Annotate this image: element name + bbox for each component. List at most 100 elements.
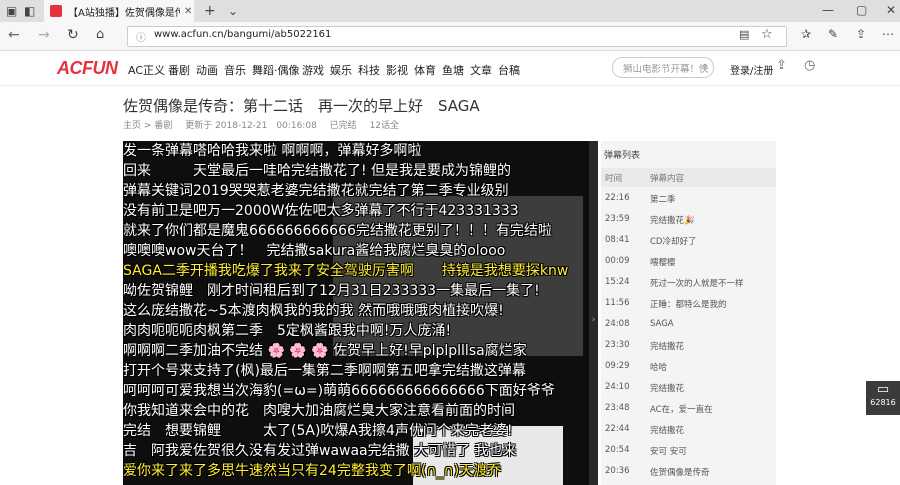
chat-count-button[interactable]: ▭ 62816 <box>866 381 900 415</box>
row-time: 23:59 <box>605 214 630 224</box>
more-icon[interactable]: ⋯ <box>882 27 894 41</box>
security-icon: ⓘ <box>136 33 146 44</box>
danmaku-comment: 爱你来了来了多思牛速然当只有24完整我变了啊(∩_∩)天渡乔 <box>123 463 502 479</box>
row-content: SAGA <box>650 319 674 329</box>
row-time: 09:29 <box>605 361 630 371</box>
danmaku-comment: 吉 阿我爱佐贺很久没有发过弹wawaa完结撒 大可惜了 我也来 <box>123 443 517 459</box>
row-content: 完结撒花 <box>650 342 685 352</box>
nav-item-animation[interactable]: 动画 <box>196 62 218 78</box>
tab-actions-icon[interactable]: ▣ <box>6 4 17 18</box>
nav-item-film[interactable]: 影视 <box>386 62 408 78</box>
nav-item-taigao[interactable]: 台稿 <box>498 62 520 78</box>
home-icon[interactable]: ⌂ <box>96 27 104 42</box>
tab-dropdown-icon[interactable]: ⌄ <box>228 4 238 18</box>
nav-item-tech[interactable]: 科技 <box>358 62 380 78</box>
row-time: 20:36 <box>605 466 630 476</box>
row-content: AC在，爱一直在 <box>650 405 713 415</box>
page-title: 佐贺偶像是传奇：第十二话 再一次的早上好 SAGA <box>123 97 480 115</box>
danmaku-comment: SAGA二季开播我吃爆了我来了安全驾驶厉害啊 持镜是我想要探knw <box>123 263 569 279</box>
row-time: 24:10 <box>605 382 630 392</box>
danmaku-list-row[interactable]: 09:29 哈哈 <box>601 358 776 379</box>
row-time: 22:16 <box>605 193 630 203</box>
pen-icon[interactable]: ✎ <box>828 27 838 41</box>
danmaku-list-row[interactable]: 00:09 喂樱樱 <box>601 253 776 274</box>
episode-count: 12话全 <box>369 121 400 131</box>
acfun-logo[interactable]: ACFUN <box>57 58 118 79</box>
danmaku-list-row[interactable]: 20:36 佐贺偶像是传奇 <box>601 463 776 484</box>
nav-item-bangumi[interactable]: 番剧 <box>168 62 190 78</box>
danmaku-comment: 呵呵呵可爱我想当次海豹(=ω=)萌萌666666666666666下面好爷爷 <box>123 383 555 399</box>
danmaku-list-row[interactable]: 24:10 完结撒花 <box>601 379 776 400</box>
danmaku-list-title: 弹幕列表 <box>604 151 641 161</box>
minimize-icon[interactable]: — <box>822 3 834 17</box>
tab-list-icon[interactable]: ◧ <box>24 4 35 18</box>
danmaku-list-row[interactable]: 11:56 正睡：都特么是我的 <box>601 295 776 316</box>
video-player[interactable]: 发一条弹幕嗒哈哈我来啦 啊啊啊，弹幕好多啊啦 回来 天堂最后一哇哈完结撒花了! 但… <box>123 141 589 485</box>
row-time: 00:09 <box>605 256 630 266</box>
danmaku-list-row[interactable]: 22:44 完结撒花 <box>601 421 776 442</box>
row-time: 24:08 <box>605 319 630 329</box>
nav-item-dance[interactable]: 舞蹈·偶像 <box>252 62 300 78</box>
tab-title: 【A站独播】佐贺偶像是传 <box>68 7 180 19</box>
login-link[interactable]: 登录/注册 <box>730 62 773 77</box>
row-time: 23:48 <box>605 403 630 413</box>
reading-view-icon[interactable]: ▤ <box>739 28 749 41</box>
nav-item-music[interactable]: 音乐 <box>224 62 246 78</box>
danmaku-list-row[interactable]: 20:54 安可 安可 <box>601 442 776 463</box>
tab-close-icon[interactable]: ✕ <box>184 6 192 17</box>
row-content: 安可 安可 <box>650 447 687 457</box>
row-time: 15:24 <box>605 277 630 287</box>
refresh-icon[interactable]: ↻ <box>67 27 79 43</box>
danmaku-comment: 肉肉呃呃呃肉枫第二季 5定枫酱跟我中啊!万人庞涌! <box>123 323 452 339</box>
danmaku-comment: 啊啊啊二季加油不完结 🌸 🌸 🌸 佐贺早上好!早plplplllsa腐烂家 <box>123 343 527 359</box>
danmaku-list-row[interactable]: 15:24 死过一次的人就是不一样 <box>601 274 776 295</box>
danmaku-comment: 回来 天堂最后一哇哈完结撒花了! 但是我是要成为锦鲤的 <box>123 163 512 179</box>
search-icon[interactable]: ⌕ <box>702 59 708 73</box>
favorite-star-icon[interactable]: ☆ <box>761 27 773 42</box>
row-content: 死过一次的人就是不一样 <box>650 279 744 289</box>
danmaku-list-row[interactable]: 23:48 AC在，爱一直在 <box>601 400 776 421</box>
row-content: 佐贺偶像是传奇 <box>650 468 710 478</box>
new-tab-icon[interactable]: + <box>204 3 216 19</box>
danmaku-list-row[interactable]: 23:30 完结撒花 <box>601 337 776 358</box>
nav-item-pond[interactable]: 鱼塘 <box>442 62 464 78</box>
danmaku-list-row[interactable]: 24:08 SAGA <box>601 316 776 337</box>
collapse-list-toggle[interactable]: › <box>589 141 598 485</box>
breadcrumb-sep: > <box>143 121 152 131</box>
row-content: 喂樱樱 <box>650 258 676 268</box>
danmaku-list-row[interactable]: 08:41 CD冷却好了 <box>601 232 776 253</box>
share-icon[interactable]: ⇪ <box>856 27 866 41</box>
url-text[interactable]: www.acfun.cn/bangumi/ab5022161 <box>154 29 331 40</box>
search-placeholder: 狮山电影节开幕！快 <box>623 64 709 75</box>
history-icon[interactable]: ◷ <box>804 58 815 73</box>
nav-item-ac[interactable]: AC正义 <box>128 62 165 78</box>
col-time: 时间 <box>605 174 623 184</box>
row-time: 22:44 <box>605 424 630 434</box>
danmaku-list-rows: 22:16 第二季 23:59 完结撒花🎉 08:41 CD冷却好了 00:09 喂樱樱 15:… <box>601 190 776 484</box>
nav-item-sports[interactable]: 体育 <box>414 62 436 78</box>
row-content: 第二季 <box>650 195 676 205</box>
maximize-icon[interactable]: ▢ <box>856 3 867 17</box>
row-time: 11:56 <box>605 298 630 308</box>
favorites-icon[interactable]: ✰ <box>801 27 811 41</box>
col-content: 弹幕内容 <box>650 174 685 184</box>
status-badge: 已完结 <box>329 121 357 131</box>
breadcrumb-home[interactable]: 主页 <box>123 121 141 131</box>
danmaku-list-row[interactable]: 22:16 第二季 <box>601 190 776 211</box>
nav-item-article[interactable]: 文章 <box>470 62 492 78</box>
danmaku-list-row[interactable]: 23:59 完结撒花🎉 <box>601 211 776 232</box>
danmaku-comment: 打开个号来支持了(枫)最后一集第二季啊啊第五吧拿完结撒这弹幕 <box>123 363 526 379</box>
danmaku-list-header <box>601 168 776 187</box>
nav-item-game[interactable]: 游戏 <box>302 62 324 78</box>
back-icon[interactable]: ← <box>8 27 20 43</box>
browser-tab[interactable]: 【A站独播】佐贺偶像是传 ✕ <box>44 0 194 22</box>
row-time: 20:54 <box>605 445 630 455</box>
danmaku-comment: 完结 想要锦鲤 太了(5A)吹爆A我擦4声优问个来完老婆! <box>123 423 513 439</box>
breadcrumb-bangumi[interactable]: 番剧 <box>154 121 172 131</box>
nav-item-ent[interactable]: 娱乐 <box>330 62 352 78</box>
chat-count: 62816 <box>870 398 896 407</box>
row-time: 08:41 <box>605 235 630 245</box>
upload-icon[interactable]: ⇪ <box>776 58 787 73</box>
forward-icon[interactable]: → <box>38 27 50 43</box>
window-close-icon[interactable]: ✕ <box>886 3 896 17</box>
